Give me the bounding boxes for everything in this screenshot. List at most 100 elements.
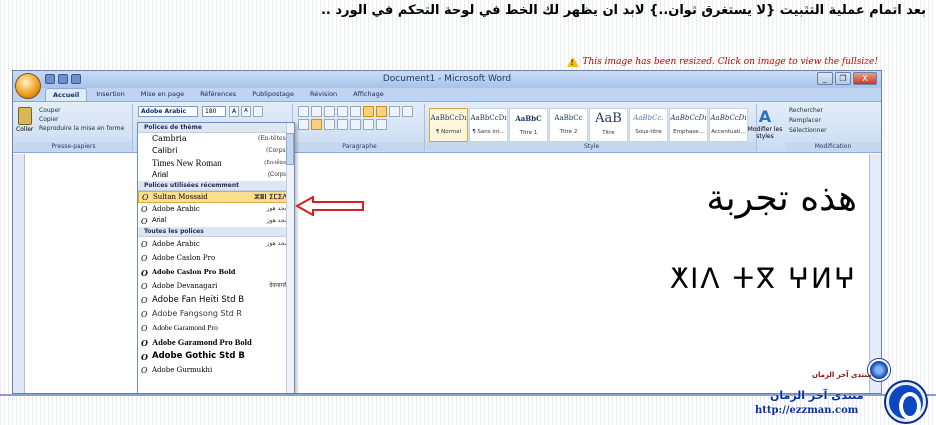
maximize-button[interactable]: ❐ [835,72,851,85]
font-size-combo[interactable]: 180 [202,106,226,117]
font-option-adobe-devanagari[interactable]: O Adobe Devanagari देवनागरी [138,279,294,293]
font-option-calibri[interactable]: Calibri (Corps) [138,145,294,157]
style-normal[interactable]: AaBbCcDı ¶ Normal [429,108,468,142]
multilevel-icon[interactable] [324,106,335,117]
align-right-icon[interactable] [324,119,335,130]
shading-icon[interactable] [363,119,374,130]
line-spacing-icon[interactable] [350,119,361,130]
font-option-adobe-arabic-recent[interactable]: O Adobe Arabic أبجد هوز [138,203,294,215]
document-arabic-text[interactable]: هذه تجربة [706,178,857,219]
numbering-icon[interactable] [311,106,322,117]
style-no-spacing[interactable]: AaBbCcDı ¶ Sans int... [469,108,508,142]
ribbon-tabs: Accueil Insertion Mise en page Référence… [13,88,881,102]
style-heading1[interactable]: AaBbC Titre 1 [509,108,548,142]
font-option-adobe-caslon-pro[interactable]: O Adobe Caslon Pro [138,251,294,265]
modify-styles-button[interactable]: A Modifier les styles [745,107,785,140]
font-option-adobe-caslon-pro-bold[interactable]: O Adobe Caslon Pro Bold [138,265,294,279]
tab-references[interactable]: Références [193,88,243,101]
opentype-icon: O [141,310,148,319]
shrink-font-button[interactable]: A [241,106,251,117]
pilcrow-icon[interactable] [402,106,413,117]
watermark-url[interactable]: http://ezzman.com [755,405,858,416]
vertical-ruler [13,154,25,393]
replace-button[interactable]: Remplacer [789,116,827,126]
align-center-icon[interactable] [311,119,322,130]
close-button[interactable]: X [853,72,877,85]
font-option-cambria[interactable]: Cambria (En-têtes) [138,133,294,145]
opentype-icon: O [141,217,148,226]
tab-revision[interactable]: Révision [303,88,344,101]
font-option-name: Adobe Caslon Pro [152,254,216,262]
vertical-scrollbar[interactable] [869,154,881,393]
sort-icon[interactable] [389,106,400,117]
font-option-name: Adobe Devanagari [152,282,218,290]
opentype-icon: O [141,352,148,362]
select-button[interactable]: Sélectionner [789,126,827,136]
decrease-indent-icon[interactable] [337,106,348,117]
font-option-arial-recent[interactable]: O Arial أبجد هوز [138,215,294,227]
style-sample: AaBbCcDı [710,114,747,122]
document-tifinagh-text[interactable]: ⵅⵏⴷ ⵜⴳ ⵖⵍⵖ [670,262,857,295]
font-dropdown[interactable]: Polices de thème Cambria (En-têtes) Cali… [137,122,295,393]
grow-font-button[interactable]: A [229,106,239,117]
style-name: Titre 1 [519,130,538,136]
style-heading2[interactable]: AaBbCc Titre 2 [549,108,588,142]
resize-notice[interactable]: This image has been resized. Click on im… [566,57,879,67]
window-controls: _ ❐ X [817,72,877,85]
post-heading: بعد اتمام عملية التثبيت {لا يستغرق ثوان.… [320,3,926,18]
find-button[interactable]: Rechercher [789,106,827,116]
font-option-adobe-garamond-pro-bold[interactable]: O Adobe Garamond Pro Bold [138,335,294,349]
tab-mise-en-page[interactable]: Mise en page [134,88,191,101]
style-sample: AaBbCc. [633,114,664,122]
font-option-adobe-fan-heiti[interactable]: O Adobe Fan Heiti Std B [138,293,294,307]
style-intense[interactable]: AaBbCcDı Accentuati... [709,108,748,142]
format-painter-button[interactable]: Reproduire la mise en forme [39,124,124,133]
style-name: Sous-titre [635,129,662,135]
font-option-arial[interactable]: Arial (Corps) [138,169,294,181]
tab-insertion[interactable]: Insertion [89,88,132,101]
increase-indent-icon[interactable] [350,106,361,117]
font-option-preview: أبجد هوز [266,218,288,224]
font-option-times-new-roman[interactable]: Times New Roman (En-têtes) [138,157,294,169]
clear-format-icon[interactable] [253,106,263,117]
align-left-icon[interactable] [298,119,309,130]
font-option-adobe-fangsong[interactable]: O Adobe Fangsong Std R [138,307,294,321]
style-subtitle[interactable]: AaBbCc. Sous-titre [629,108,668,142]
cut-button[interactable]: Couper [39,106,124,115]
style-name: Titre 2 [559,129,578,135]
opentype-icon: O [141,338,148,348]
dropdown-scroll-thumb[interactable] [286,133,294,165]
borders-icon[interactable] [376,119,387,130]
opentype-icon: O [141,366,148,375]
tab-affichage[interactable]: Affichage [346,88,391,101]
paste-icon[interactable] [18,107,32,125]
justify-icon[interactable] [337,119,348,130]
tab-accueil[interactable]: Accueil [45,88,88,101]
copy-button[interactable]: Copier [39,115,124,124]
font-name-combo[interactable]: Adobe Arabic [138,106,198,117]
warning-icon [566,57,579,67]
opentype-icon: O [141,324,148,333]
resize-notice-text[interactable]: This image has been resized. Click on im… [583,57,879,67]
rtl-icon[interactable] [376,106,387,117]
styles-group: AaBbCcDı ¶ Normal AaBbCcDı ¶ Sans int...… [427,104,757,151]
font-option-name: Adobe Garamond Pro [152,323,218,332]
style-title[interactable]: AaB Titre [589,108,628,142]
font-option-sultan-mossaid[interactable]: O Sultan Mossaid ⵣⴻⵏ ⵉⵎⵉⴷ [138,191,294,203]
opentype-icon: O [141,282,148,291]
paste-button[interactable]: Coller [16,126,33,133]
font-option-adobe-gurmukhi[interactable]: O Adobe Gurmukhi [138,363,294,377]
bullets-icon[interactable] [298,106,309,117]
font-option-adobe-gothic[interactable]: O Adobe Gothic Std B [138,349,294,363]
font-option-tag: (Corps) [267,172,288,178]
minimize-button[interactable]: _ [817,72,833,85]
font-option-tag: (En-têtes) [258,135,288,142]
office-button-icon[interactable] [15,73,41,99]
ltr-icon[interactable] [363,106,374,117]
style-emphasis[interactable]: AaBbCcDı Emphase... [669,108,708,142]
font-option-adobe-garamond-pro[interactable]: O Adobe Garamond Pro [138,321,294,335]
tab-publipostage[interactable]: Publipostage [245,88,301,101]
font-option-adobe-arabic[interactable]: O Adobe Arabic أبجد هوز [138,237,294,251]
editing-group-label: Modification [785,142,881,151]
word-screenshot[interactable]: Document1 - Microsoft Word _ ❐ X Accueil… [12,70,882,394]
